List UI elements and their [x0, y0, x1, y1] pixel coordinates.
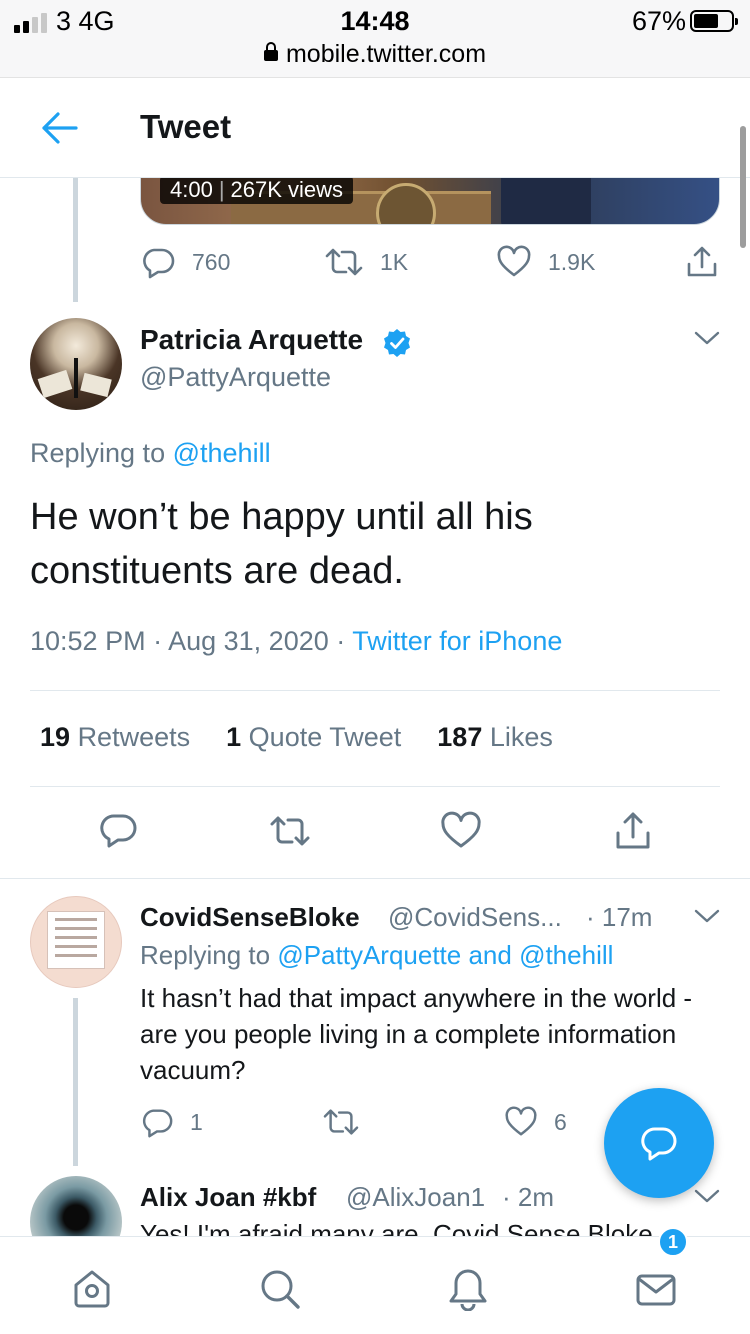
reply-icon[interactable]: [98, 810, 138, 852]
thread-line: [73, 998, 78, 1166]
like-button[interactable]: 1.9K: [496, 244, 595, 280]
mention-link[interactable]: @thehill: [173, 438, 271, 468]
search-icon[interactable]: [258, 1267, 302, 1311]
like-count: 6: [554, 1108, 567, 1135]
divider: [0, 878, 750, 879]
share-icon: [687, 246, 717, 277]
reply-author-handle[interactable]: @CovidSens...: [388, 902, 562, 933]
verified-badge-icon: [384, 329, 410, 357]
reply-icon: [143, 248, 175, 279]
reply-button[interactable]: 760: [140, 244, 230, 280]
scrollbar[interactable]: [740, 126, 746, 248]
divider: [30, 786, 720, 787]
video-info-badge: 4:00 | 267K views: [160, 176, 354, 204]
chevron-down-icon[interactable]: [694, 1188, 720, 1204]
retweet-button[interactable]: 1K: [324, 244, 408, 280]
url-text: mobile.twitter.com: [285, 40, 487, 68]
video-views: 267K views: [230, 177, 344, 202]
retweets-stat[interactable]: 19 Retweets: [40, 722, 190, 753]
reply-time: · 17m: [586, 902, 653, 932]
compose-reply-icon: [641, 1127, 677, 1161]
lock-icon: [263, 42, 278, 61]
bottom-navigation: 1: [0, 1227, 750, 1334]
tweet-action-bar: [0, 810, 750, 856]
messages-icon[interactable]: [634, 1267, 678, 1311]
page-title: Tweet: [140, 108, 232, 145]
video-duration: 4:00: [170, 177, 213, 202]
tweet-stats: 19 Retweets 1 Quote Tweet 187 Likes: [40, 722, 553, 753]
reply-text: Yes! I'm afraid many are. Covid Sense Bl…: [140, 1219, 653, 1236]
avatar[interactable]: [30, 318, 122, 410]
reply-author-name[interactable]: CovidSenseBloke: [140, 902, 360, 933]
reply-text: It hasn’t had that impact anywhere in th…: [140, 983, 693, 1085]
reply-button[interactable]: 1: [140, 1105, 203, 1139]
battery-percent: 67%: [631, 6, 686, 36]
messages-badge: 1: [658, 1227, 688, 1257]
likes-stat[interactable]: 187 Likes: [437, 722, 553, 753]
like-count: 1.9K: [548, 248, 596, 275]
tweet-text: He won’t be happy until all his constitu…: [30, 496, 533, 592]
reply-count: 1: [190, 1108, 203, 1135]
heart-icon[interactable]: [440, 810, 482, 852]
chevron-down-icon[interactable]: [694, 908, 720, 924]
status-bar: 3 4G 14:48 mobile.twitter.com 67%: [0, 0, 750, 78]
heart-icon: [505, 1106, 537, 1136]
chevron-down-icon[interactable]: [694, 330, 720, 346]
home-icon[interactable]: [70, 1267, 114, 1311]
replying-to: Replying to @PattyArquette and @thehill: [140, 940, 614, 970]
retweet-icon[interactable]: [268, 810, 312, 852]
reply-count: 760: [192, 248, 231, 275]
previous-tweet-actions: 760 1K 1.9K: [140, 242, 720, 282]
like-button[interactable]: 6: [504, 1105, 567, 1139]
heart-icon: [497, 245, 531, 277]
tweet-source-link[interactable]: Twitter for iPhone: [352, 626, 562, 656]
replying-to: Replying to @thehill: [30, 438, 271, 468]
share-icon[interactable]: [612, 810, 654, 852]
author-name[interactable]: Patricia Arquette: [140, 324, 363, 356]
reply-author-name[interactable]: Alix Joan #kbf: [140, 1182, 316, 1213]
share-button[interactable]: [684, 244, 720, 280]
page-header: Tweet: [0, 78, 750, 178]
compose-tweet-button[interactable]: [604, 1088, 714, 1198]
reply-icon: [142, 1109, 173, 1138]
mention-link[interactable]: @PattyArquette and @thehill: [277, 940, 613, 970]
avatar[interactable]: [30, 896, 122, 988]
retweet-icon: [323, 1109, 359, 1135]
battery-icon: [690, 10, 738, 32]
tweet-timestamp: 10:52 PM · Aug 31, 2020 · Twitter for iP…: [30, 626, 563, 656]
author-handle[interactable]: @PattyArquette: [140, 362, 331, 393]
retweet-count: 1K: [380, 248, 409, 275]
divider: [30, 690, 720, 691]
thread-line: [73, 178, 78, 302]
tweet-date: Aug 31, 2020: [168, 626, 329, 656]
retweet-button[interactable]: [322, 1105, 360, 1139]
quote-tweets-stat[interactable]: 1 Quote Tweet: [226, 722, 401, 753]
retweet-icon: [325, 248, 363, 276]
notifications-icon[interactable]: [446, 1267, 490, 1311]
url-bar[interactable]: mobile.twitter.com: [0, 40, 750, 69]
back-arrow-icon[interactable]: [40, 110, 80, 146]
tweet-time: 10:52 PM: [30, 626, 146, 656]
reply-author-handle[interactable]: @AlixJoan1: [346, 1182, 485, 1213]
reply-time: · 2m: [502, 1182, 554, 1212]
